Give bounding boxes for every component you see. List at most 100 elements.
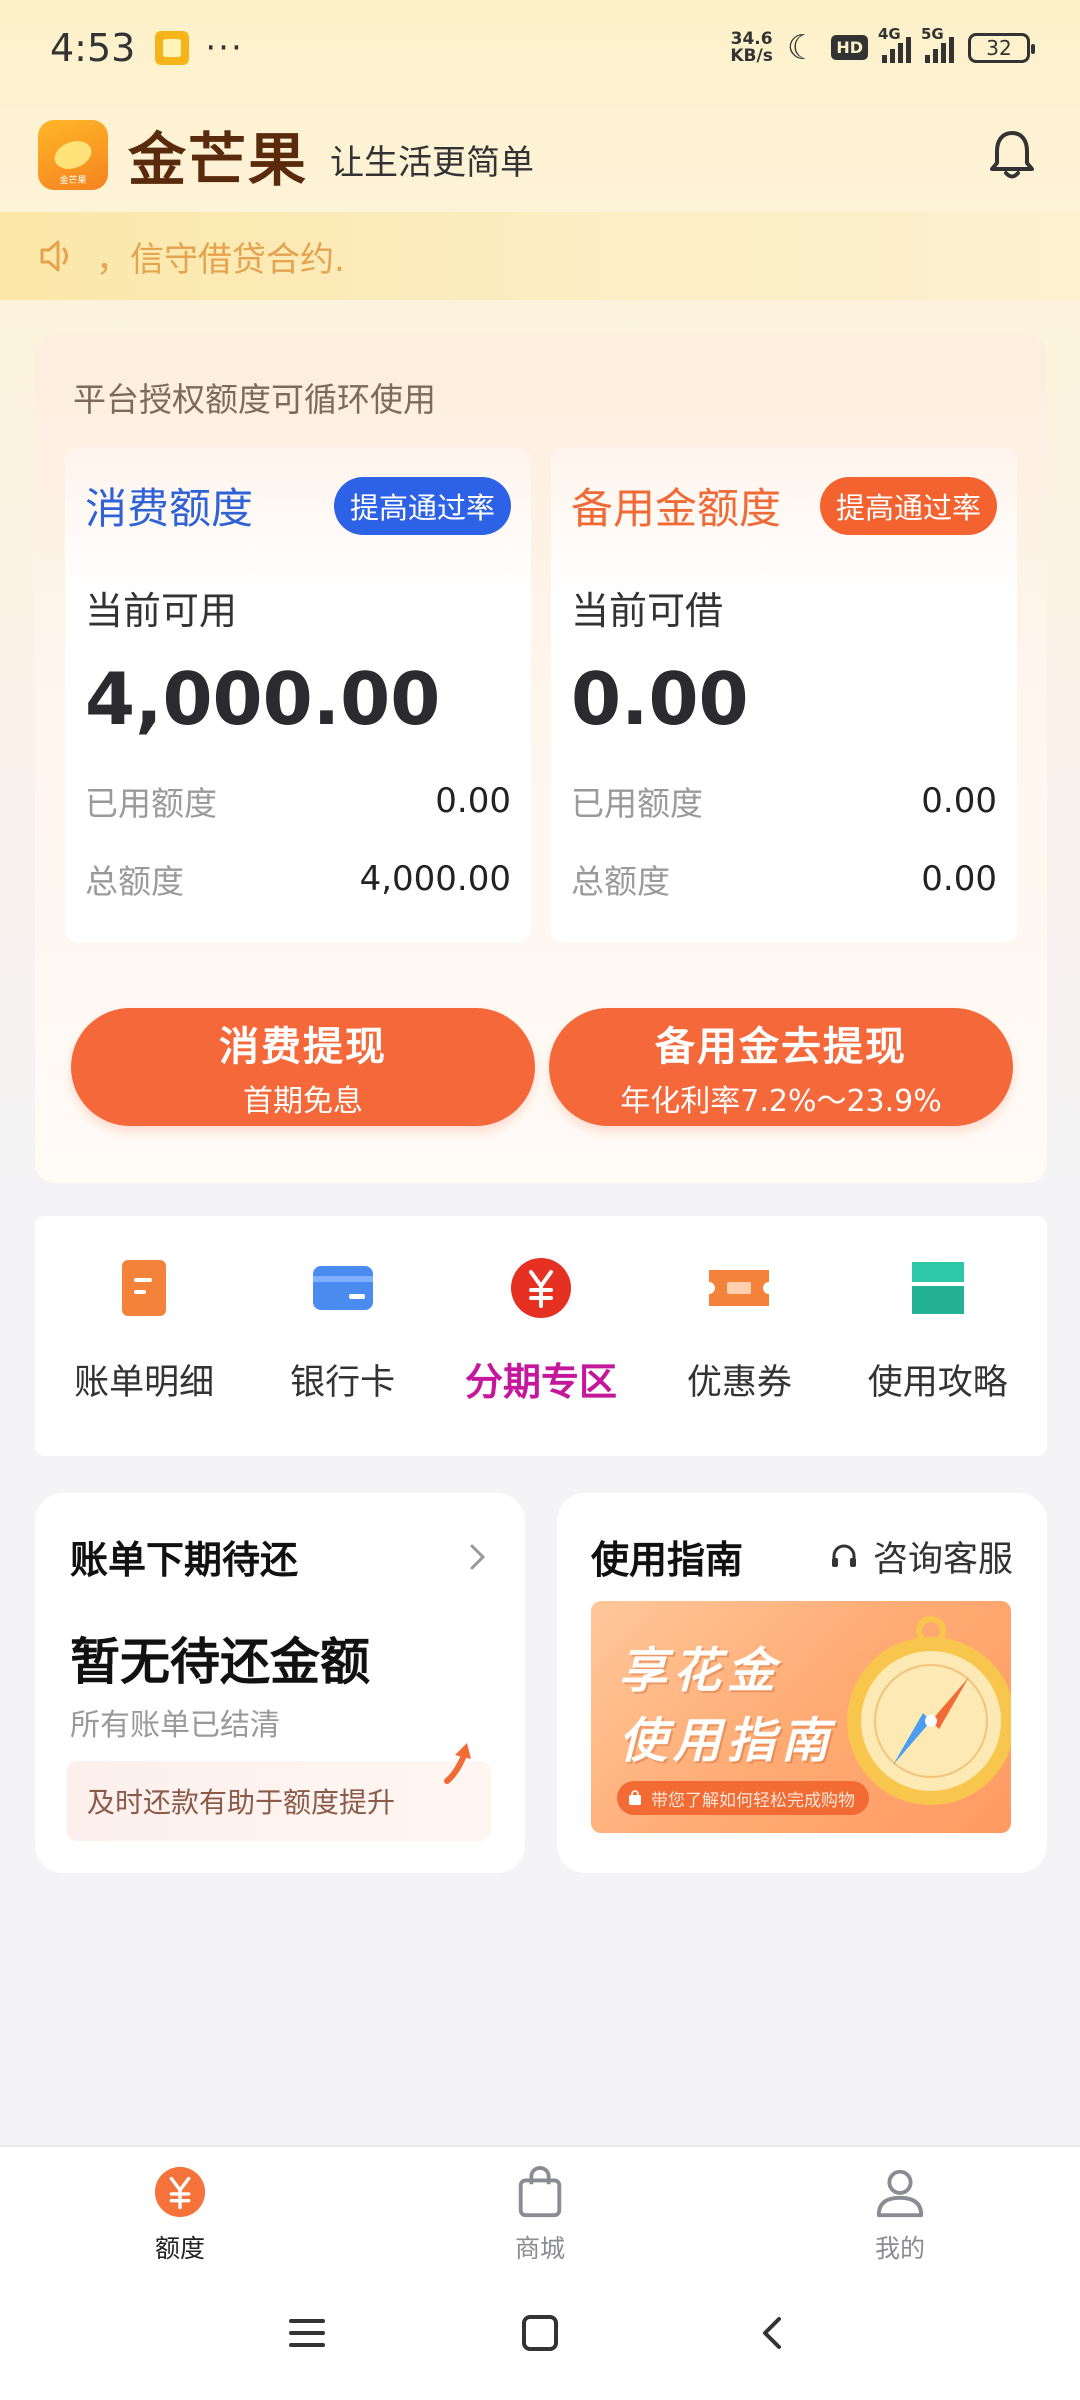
banner-pill: 带您了解如何轻松完成购物 xyxy=(617,1781,869,1815)
menu-item-coupons[interactable]: 优惠券 xyxy=(644,1216,834,1405)
customer-service-link[interactable]: 咨询客服 xyxy=(829,1531,1013,1582)
banner-title-line1: 享花金 xyxy=(619,1643,782,1699)
bank-card-icon xyxy=(312,1266,373,1310)
menu-label-coupons: 优惠券 xyxy=(686,1363,792,1403)
yuan-circle-icon xyxy=(510,1258,571,1318)
tab-profile[interactable]: 我的 xyxy=(800,2147,1000,2265)
next-bill-card[interactable]: 账单下期待还 暂无待还金额 所有账单已结清 及时还款有助于额度提升 xyxy=(35,1493,525,1873)
battery-level: 32 xyxy=(986,35,1012,60)
reserve-quota-name: 备用金额度 xyxy=(571,484,782,533)
app-logo-icon: 金芒果 xyxy=(38,120,108,190)
consumer-available-value: 4,000.00 xyxy=(85,657,441,741)
consumer-quota-panel[interactable]: 消费额度 提高通过率 当前可用 4,000.00 已用额度 0.00 总额度 4… xyxy=(65,447,531,943)
bill-main-text: 暂无待还金额 xyxy=(70,1633,370,1691)
recent-apps-button[interactable] xyxy=(277,2303,337,2363)
moon-icon: ☾ xyxy=(786,27,818,68)
status-right-group: 34.6 KB/s ☾ HD 4G 5G 32 xyxy=(730,24,1035,68)
signal-4g-label: 4G xyxy=(878,24,901,43)
consumer-withdraw-sublabel: 首期免息 xyxy=(243,1084,363,1119)
reserve-raise-approval-button[interactable]: 提高通过率 xyxy=(819,476,997,535)
home-button[interactable] xyxy=(510,2303,570,2363)
consumer-quota-name: 消费额度 xyxy=(85,484,254,533)
bottom-tab-bar: 额度 商城 我的 xyxy=(0,2145,1080,2265)
speaker-icon xyxy=(40,240,68,272)
reserve-used-label: 已用额度 xyxy=(571,784,703,823)
hd-badge: HD xyxy=(831,35,868,60)
menu-icon xyxy=(288,2318,325,2347)
customer-service-label: 咨询客服 xyxy=(872,1540,1013,1580)
credit-limit-card: 平台授权额度可循环使用 消费额度 提高通过率 当前可用 4,000.00 已用额… xyxy=(35,335,1047,1183)
consumer-total-label: 总额度 xyxy=(85,862,184,901)
bill-sub-text: 所有账单已结清 xyxy=(70,1708,280,1743)
tab-credit-limit[interactable]: 额度 xyxy=(80,2147,280,2265)
signal-5g-label: 5G xyxy=(921,24,944,43)
banner-pill-text: 带您了解如何轻松完成购物 xyxy=(651,1790,855,1811)
reserve-withdraw-button[interactable]: 备用金去提现 年化利率7.2%～23.9% xyxy=(549,1008,1013,1126)
consumer-total-row: 总额度 4,000.00 xyxy=(85,855,511,903)
reserve-withdraw-sublabel: 年化利率7.2%～23.9% xyxy=(620,1084,942,1119)
reserve-available-label: 当前可借 xyxy=(571,589,724,633)
menu-item-usage-guide[interactable]: 使用攻略 xyxy=(843,1216,1033,1405)
yuan-circle-icon xyxy=(154,2166,206,2218)
tab-label-profile: 我的 xyxy=(874,2234,925,2263)
network-speed-value: 34.6 xyxy=(730,28,773,49)
menu-item-installment-zone[interactable]: 分期专区 xyxy=(446,1216,636,1406)
network-speed: 34.6 KB/s xyxy=(730,28,773,66)
battery-icon: 32 xyxy=(968,32,1035,63)
bell-icon[interactable] xyxy=(982,125,1042,185)
reserve-used-row: 已用额度 0.00 xyxy=(571,777,997,825)
chevron-right-icon[interactable] xyxy=(464,1542,490,1572)
compass-icon xyxy=(847,1616,1011,1805)
user-icon xyxy=(876,2169,924,2218)
menu-label-installment-zone: 分期专区 xyxy=(464,1360,617,1404)
consumer-used-row: 已用额度 0.00 xyxy=(85,777,511,825)
reserve-quota-panel[interactable]: 备用金额度 提高通过率 当前可借 0.00 已用额度 0.00 总额度 0.00 xyxy=(551,447,1017,943)
menu-item-bill-details[interactable]: 账单明细 xyxy=(49,1216,239,1405)
banner-title-line2: 使用指南 xyxy=(619,1713,836,1769)
consumer-used-value: 0.00 xyxy=(435,781,511,821)
consumer-used-label: 已用额度 xyxy=(85,784,217,823)
menu-label-bill-details: 账单明细 xyxy=(74,1363,215,1403)
reserve-withdraw-label: 备用金去提现 xyxy=(655,1024,907,1070)
brand-slogan: 让生活更简单 xyxy=(330,142,535,183)
consumer-withdraw-button[interactable]: 消费提现 首期免息 xyxy=(71,1008,535,1126)
usage-guide-banner[interactable]: 享花金 使用指南 带您了解如何轻松完成购物 xyxy=(591,1601,1011,1833)
shopping-bag-icon xyxy=(629,1790,641,1805)
status-time: 4:53 xyxy=(50,25,136,70)
consumer-withdraw-label: 消费提现 xyxy=(219,1024,387,1070)
reserve-available-value: 0.00 xyxy=(571,657,749,741)
consumer-total-value: 4,000.00 xyxy=(359,859,511,899)
reserve-used-value: 0.00 xyxy=(921,781,997,821)
home-square-icon xyxy=(521,2314,558,2351)
gallery-notification-icon xyxy=(155,30,190,65)
repayment-tip: 及时还款有助于额度提升 xyxy=(67,1743,491,1841)
reserve-total-value: 0.00 xyxy=(921,859,997,899)
status-bar: 4:53 ··· 34.6 KB/s ☾ HD 4G 5G 32 xyxy=(0,0,1080,95)
notice-text: ，信守借贷合约. xyxy=(96,239,345,280)
consumer-available-label: 当前可用 xyxy=(85,589,238,633)
document-icon xyxy=(122,1260,167,1316)
network-speed-unit: KB/s xyxy=(730,45,773,66)
menu-label-bank-card: 银行卡 xyxy=(290,1363,396,1403)
app-header: 金芒果 金芒果 让生活更简单 xyxy=(0,100,1080,210)
guide-book-icon xyxy=(911,1262,964,1314)
coupon-icon xyxy=(709,1270,770,1306)
reserve-total-label: 总额度 xyxy=(571,862,670,901)
back-icon xyxy=(763,2316,782,2349)
system-navigation-bar xyxy=(0,2265,1080,2400)
guide-card-title: 使用指南 xyxy=(591,1538,744,1582)
reserve-total-row: 总额度 0.00 xyxy=(571,855,997,903)
menu-item-bank-card[interactable]: 银行卡 xyxy=(248,1216,438,1405)
consumer-raise-approval-button[interactable]: 提高通过率 xyxy=(333,476,511,535)
signal-4g-icon: 4G xyxy=(878,25,911,63)
notice-bar[interactable]: ，信守借贷合约. xyxy=(0,212,1080,300)
menu-label-usage-guide: 使用攻略 xyxy=(867,1363,1008,1403)
quick-menu: 账单明细 银行卡 分期专区 优惠券 使用攻略 xyxy=(35,1216,1047,1456)
trend-arrow-icon xyxy=(444,1743,471,1784)
tab-label-mall: 商城 xyxy=(514,2234,565,2263)
credit-card-title: 平台授权额度可循环使用 xyxy=(73,380,436,419)
back-button[interactable] xyxy=(743,2303,803,2363)
repayment-tip-text: 及时还款有助于额度提升 xyxy=(87,1786,396,1819)
tab-label-credit-limit: 额度 xyxy=(154,2234,205,2263)
tab-mall[interactable]: 商城 xyxy=(440,2147,640,2265)
